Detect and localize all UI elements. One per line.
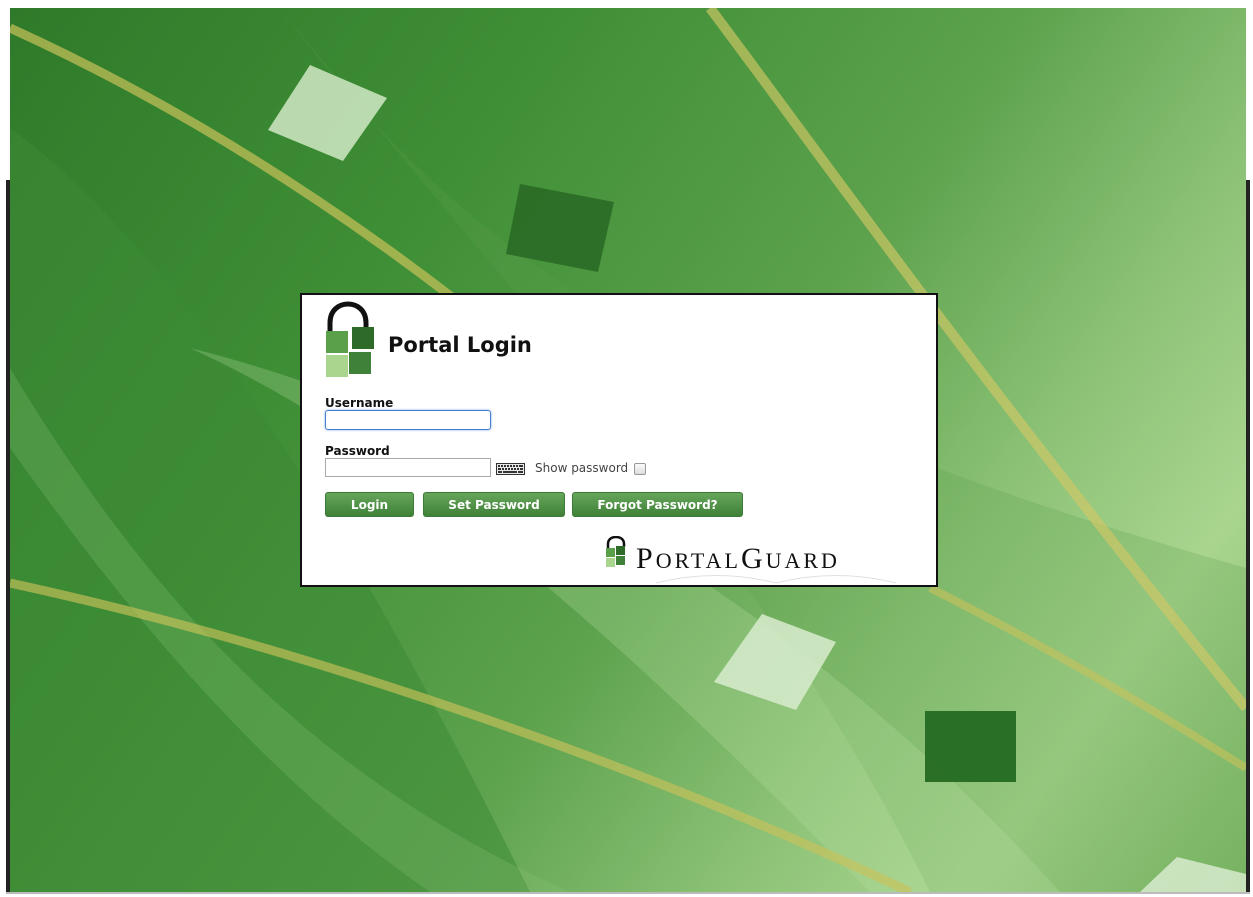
username-label: Username [325,396,394,410]
background-diamond [268,65,387,161]
show-password-label: Show password [535,461,629,475]
window-frame-bottom [6,892,1250,894]
svg-text:PORTALGUARD: PORTALGUARD [636,542,840,575]
portalguard-wordmark: PORTALGUARD [636,542,897,584]
show-password-checkbox[interactable] [634,463,646,475]
password-label: Password [325,444,390,458]
forgot-password-button[interactable]: Forgot Password? [572,492,743,517]
page-title: Portal Login [388,333,532,357]
window-frame-right [1246,180,1250,892]
padlock-squares-icon [326,301,374,377]
login-panel: Portal Login Username Password Show pass… [300,293,938,587]
keyboard-icon[interactable] [496,463,525,475]
background-square [925,711,1016,782]
login-button[interactable]: Login [325,492,414,517]
password-field[interactable] [325,458,491,477]
set-password-button[interactable]: Set Password [423,492,565,517]
username-field[interactable] [325,410,491,430]
portalguard-logo-icon [606,536,626,567]
